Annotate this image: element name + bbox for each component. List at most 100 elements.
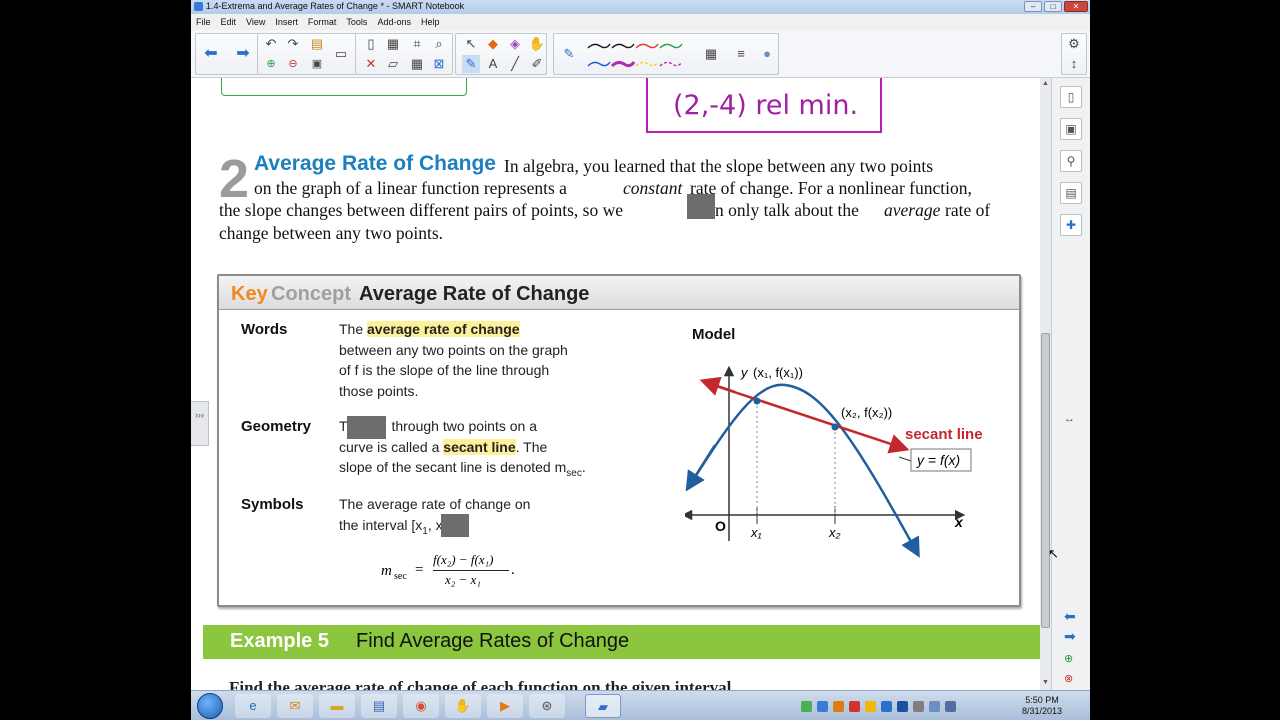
close-icon[interactable]: ⊠ <box>430 55 448 73</box>
network-icon[interactable]: ⊛ <box>529 694 565 718</box>
line-icon[interactable]: ╱ <box>506 55 524 73</box>
words-line-3: of f is the slope of the line through <box>339 362 550 378</box>
menu-file[interactable]: File <box>196 17 211 27</box>
formula: m sec = f(x₂) − f(x₁) x₂ − x₁ . <box>381 552 531 592</box>
example-header: Example 5 Find Average Rates of Change <box>203 625 1040 659</box>
fill-icon[interactable]: ✋ <box>528 35 546 53</box>
tray-network-icon[interactable] <box>817 700 828 712</box>
gallery-icon[interactable]: ▣ <box>1060 118 1082 140</box>
geometry-2a: curve is called a <box>339 438 444 455</box>
page-tools-group: ↶ ↷ ▤ ⊕ ⊖ ▣ ▭ <box>257 33 357 75</box>
panel-resize-icon[interactable]: ↔ <box>1064 413 1075 425</box>
menu-view[interactable]: View <box>246 17 265 27</box>
tray-smart-icon[interactable] <box>881 700 892 712</box>
previous-page-icon[interactable]: ⬅ <box>1064 608 1076 625</box>
menu-format[interactable]: Format <box>308 17 337 27</box>
color-palette-icon[interactable]: ▦ <box>702 45 720 63</box>
internet-explorer-icon[interactable]: e <box>235 694 271 718</box>
vertical-scrollbar[interactable]: ▲ ▼ <box>1040 78 1051 690</box>
add-icon[interactable]: ⊕ <box>262 55 280 73</box>
screen-shade-icon[interactable]: ▭ <box>332 45 350 63</box>
notebook-page[interactable]: (2,-4) rel min. 2 Average Rate of Change… <box>191 78 1040 690</box>
y-axis-label: y <box>740 365 749 380</box>
add-page-icon[interactable]: ⊕ <box>1064 652 1073 665</box>
redo-icon[interactable]: ↷ <box>284 35 302 53</box>
forward-arrow-icon[interactable]: ➡ <box>234 45 252 63</box>
paste-icon[interactable]: ▯ <box>362 35 380 53</box>
addons-icon[interactable]: ✚ <box>1060 214 1082 236</box>
clock[interactable]: 5:50 PM 8/31/2013 <box>1017 695 1067 717</box>
words-line-4: those points. <box>339 382 419 399</box>
tray-volume-icon[interactable] <box>945 700 956 712</box>
formula-numerator: f(x₂) − f(x₁) <box>433 552 494 567</box>
tray-antivirus-icon[interactable] <box>849 700 860 712</box>
pen-icon[interactable]: ✎ <box>462 55 480 73</box>
creative-pen-icon[interactable]: ✐ <box>528 55 546 73</box>
secant-left-arrow <box>699 376 736 396</box>
tray-power-icon[interactable] <box>913 700 924 712</box>
words-pre: The <box>339 321 368 337</box>
capture-icon[interactable]: ⌗ <box>408 35 426 53</box>
drawing-tools-group: ↖ ◆ ◈ ✋ ✎ A ╱ ✐ <box>455 33 547 75</box>
section-text-line-2: on the graph of a linear function repres… <box>254 178 567 198</box>
scroll-up-icon[interactable]: ▲ <box>1041 80 1050 89</box>
notebook-icon[interactable]: ▰ <box>585 694 621 718</box>
screen-icon[interactable]: ▱ <box>384 55 402 73</box>
search-icon[interactable]: ⌕ <box>430 35 448 53</box>
eraser-icon[interactable]: ◈ <box>506 35 524 53</box>
chrome-icon[interactable]: ◉ <box>403 694 439 718</box>
start-orb-icon[interactable] <box>197 693 223 719</box>
minimize-button[interactable]: – <box>1024 1 1042 12</box>
undo-icon[interactable]: ↶ <box>262 35 280 53</box>
scrollbar-thumb[interactable] <box>1041 333 1050 628</box>
curve-label: y = f(x) <box>916 452 960 468</box>
add-page-icon[interactable]: ▤ <box>308 35 326 53</box>
menu-tools[interactable]: Tools <box>346 17 367 27</box>
clear-icon[interactable]: ✕ <box>362 55 380 73</box>
tray-drive-icon[interactable] <box>801 700 812 712</box>
save-icon[interactable]: ▣ <box>308 55 326 73</box>
delete-page-icon[interactable]: ⊖ <box>284 55 302 73</box>
text-icon[interactable]: A <box>484 55 502 73</box>
menu-addons[interactable]: Add-ons <box>377 17 411 27</box>
pen-color-swatches[interactable] <box>586 38 698 72</box>
settings-icon[interactable]: ⚙ <box>1065 35 1083 53</box>
menu-edit[interactable]: Edit <box>221 17 237 27</box>
maximize-button[interactable]: □ <box>1044 1 1062 12</box>
image-icon[interactable]: ▦ <box>384 35 402 53</box>
attachments-icon[interactable]: ⚲ <box>1060 150 1082 172</box>
notepad-icon[interactable]: ▤ <box>361 694 397 718</box>
outlook-icon[interactable]: ✉ <box>277 694 313 718</box>
tray-warning-icon[interactable] <box>865 700 876 712</box>
media-player-icon[interactable]: ▶ <box>487 694 523 718</box>
mouse-cursor-icon: ↖ <box>1048 546 1059 561</box>
smart-board-icon[interactable]: ✋ <box>445 694 481 718</box>
page-sorter-icon[interactable]: ▯ <box>1060 86 1082 108</box>
transparency-icon[interactable]: ● <box>758 45 776 63</box>
close-button[interactable]: ✕ <box>1064 1 1088 12</box>
delete-page-icon[interactable]: ⊗ <box>1064 672 1073 685</box>
line-style-icon[interactable]: ≡ <box>732 45 750 63</box>
select-icon[interactable]: ↖ <box>462 35 480 53</box>
toolbar-move-icon[interactable]: ↕ <box>1065 55 1083 73</box>
properties-icon[interactable]: ▤ <box>1060 182 1082 204</box>
menu-help[interactable]: Help <box>421 17 440 27</box>
tray-bluetooth-icon[interactable] <box>897 700 908 712</box>
folder-icon[interactable]: ▬ <box>319 694 355 718</box>
formula-m: m <box>381 563 392 579</box>
shapes-icon[interactable]: ◆ <box>484 35 502 53</box>
pen-style-icon[interactable]: ✎ <box>560 45 578 63</box>
table-icon[interactable]: ▦ <box>408 55 426 73</box>
back-arrow-icon[interactable]: ⬅ <box>202 45 220 63</box>
menu-insert[interactable]: Insert <box>275 17 298 27</box>
x-axis-label: x <box>954 514 964 530</box>
toolbar: ⬅ ➡ ↶ ↷ ▤ ⊕ ⊖ ▣ ▭ ▯ ▦ ⌗ ⌕ ✕ ▱ ▦ ⊠ ↖ ◆ ◈ … <box>191 30 1090 78</box>
side-panel-toggle[interactable]: ››› <box>191 401 209 446</box>
menu-bar: File Edit View Insert Format Tools Add-o… <box>191 14 1090 30</box>
next-page-icon[interactable]: ➡ <box>1064 628 1076 645</box>
tray-signal-icon[interactable] <box>929 700 940 712</box>
scroll-down-icon[interactable]: ▼ <box>1041 679 1050 688</box>
key-concept-concept: Concept <box>271 283 351 305</box>
tray-update-icon[interactable] <box>833 700 844 712</box>
secant-line-graph: y (x₁, f(x₁)) (x₂, f(x₂)) x O x₁ x₂ seca… <box>685 365 983 558</box>
